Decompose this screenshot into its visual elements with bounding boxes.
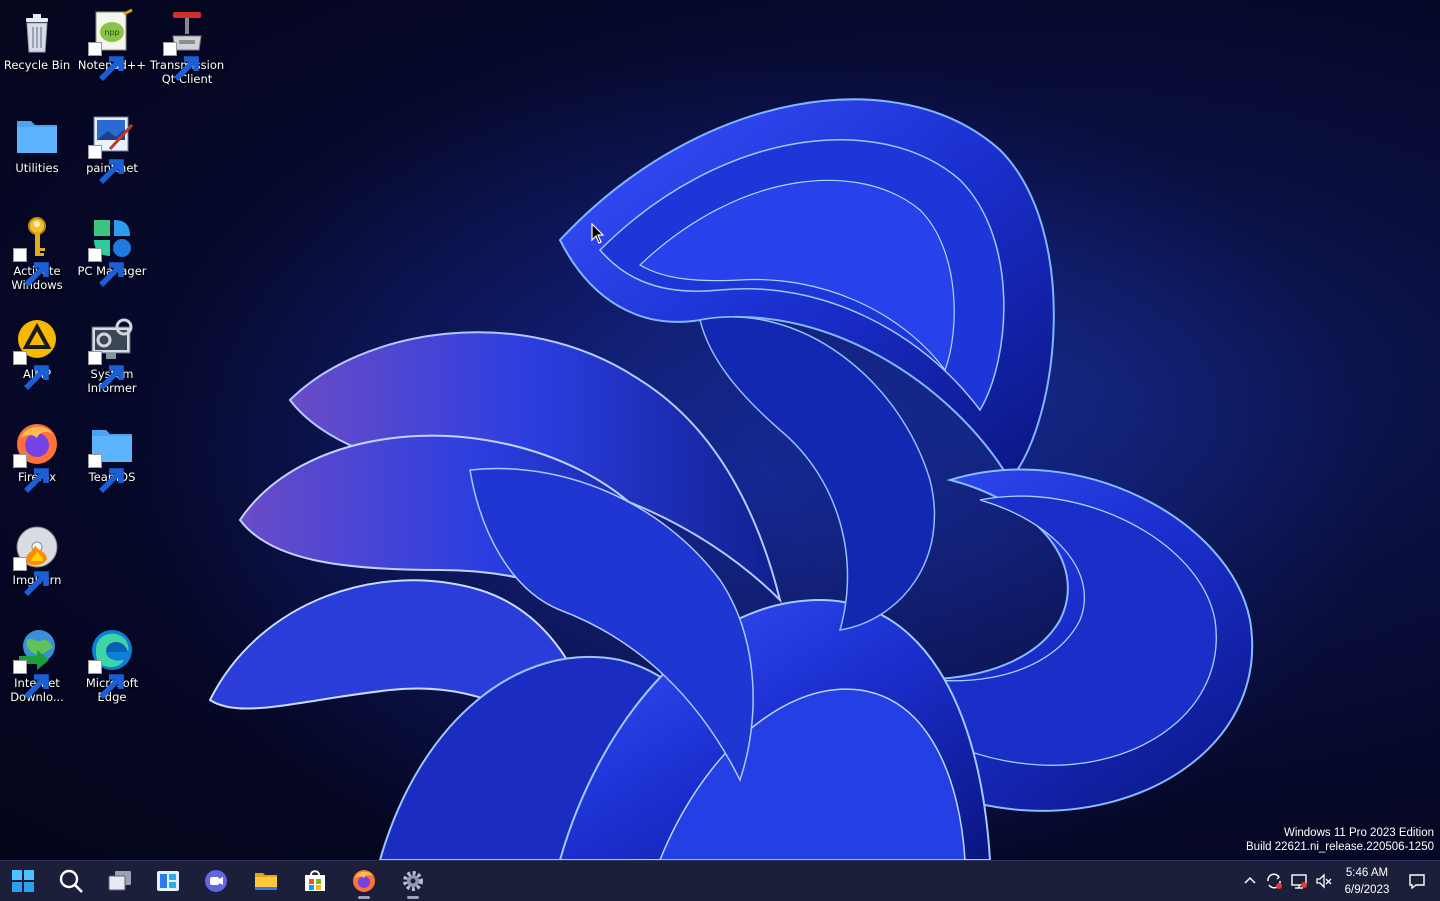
activate-windows-desktop-icon[interactable]: Activate Windows: [0, 214, 74, 292]
shortcut-arrow-icon: [88, 145, 124, 184]
sync-icon: [1267, 873, 1282, 889]
firefox-taskbar-button[interactable]: [344, 863, 384, 899]
wallpaper-bloom: [140, 50, 1380, 860]
volume-muted-icon: [1316, 873, 1332, 889]
system-informer-icon: [88, 317, 136, 390]
notepadpp-icon: npp: [88, 8, 136, 81]
shortcut-arrow-icon: [88, 42, 124, 81]
firefox-icon: [353, 870, 375, 892]
shortcut-arrow-icon: [13, 557, 49, 596]
aimp-icon: [13, 317, 61, 390]
utilities-folder-desktop-icon[interactable]: Utilities: [0, 111, 74, 175]
widgets-icon: [157, 871, 179, 891]
shortcut-arrow-icon: [13, 454, 49, 493]
shortcut-arrow-icon: [88, 248, 124, 287]
file-explorer-button[interactable]: [246, 863, 286, 899]
microsoft-edge-desktop-icon[interactable]: Microsoft Edge: [75, 626, 149, 704]
settings-taskbar-button[interactable]: [393, 863, 433, 899]
clock-time: 5:46 AM: [1345, 867, 1389, 879]
notepadpp-desktop-icon[interactable]: npp Notepad++: [75, 8, 149, 81]
transmission-desktop-icon[interactable]: Transmission Qt Client: [150, 8, 224, 86]
search-icon: [59, 869, 83, 893]
transmission-icon: [163, 8, 211, 81]
windows-start-icon: [12, 870, 34, 892]
system-informer-desktop-icon[interactable]: System Informer: [75, 317, 149, 395]
icon-label: Recycle Bin: [3, 58, 71, 72]
pc-manager-icon: [88, 214, 136, 287]
imgburn-desktop-icon[interactable]: ImgBurn: [0, 523, 74, 596]
microsoft-store-button[interactable]: [295, 863, 335, 899]
clock-button[interactable]: 5:46 AM 6/9/2023: [1338, 865, 1396, 899]
folder-icon: [13, 111, 61, 159]
task-view-icon: [108, 871, 131, 891]
show-hidden-icons-button[interactable]: [1240, 871, 1260, 891]
firefox-icon: [13, 420, 61, 493]
start-button[interactable]: [3, 863, 43, 899]
shortcut-arrow-icon: [13, 660, 49, 699]
notification-center-button[interactable]: [1407, 871, 1427, 891]
folder-icon: [88, 420, 136, 493]
task-view-button[interactable]: [100, 863, 140, 899]
teamos-folder-desktop-icon[interactable]: TeamOS: [75, 420, 149, 493]
edge-icon: [88, 626, 136, 699]
sync-tray-button[interactable]: [1264, 871, 1284, 891]
pc-manager-desktop-icon[interactable]: PC Manager: [75, 214, 149, 287]
shortcut-arrow-icon: [13, 351, 49, 390]
paintnet-desktop-icon[interactable]: paint.net: [75, 111, 149, 184]
notification-icon: [1409, 874, 1425, 890]
windows-edition-watermark: Windows 11 Pro 2023 Edition Build 22621.…: [1246, 826, 1434, 854]
paintnet-icon: [88, 111, 136, 184]
shortcut-arrow-icon: [163, 42, 199, 81]
network-tray-button[interactable]: [1289, 871, 1309, 891]
taskbar: 5:46 AM 6/9/2023: [0, 860, 1440, 901]
watermark-edition: Windows 11 Pro 2023 Edition: [1283, 827, 1434, 839]
microsoft-store-icon: [305, 870, 325, 891]
widgets-button[interactable]: [148, 863, 188, 899]
teams-chat-button[interactable]: [196, 863, 236, 899]
icon-label: Utilities: [15, 161, 59, 175]
aimp-desktop-icon[interactable]: AIMP: [0, 317, 74, 390]
recycle-bin-desktop-icon[interactable]: Recycle Bin: [0, 8, 74, 72]
settings-gear-icon: [403, 871, 423, 891]
shortcut-arrow-icon: [88, 351, 124, 390]
shortcut-arrow-icon: [13, 248, 49, 287]
volume-tray-button[interactable]: [1314, 871, 1334, 891]
firefox-desktop-icon[interactable]: Firefox: [0, 420, 74, 493]
internet-download-manager-desktop-icon[interactable]: Internet Downlo...: [0, 626, 74, 704]
idm-globe-icon: [13, 626, 61, 699]
recycle-bin-icon: [13, 8, 61, 56]
shortcut-arrow-icon: [88, 660, 124, 699]
desktop: Recycle Bin npp Notepad++ Transmission Q…: [0, 0, 1440, 860]
network-icon: [1291, 874, 1307, 889]
svg-text:npp: npp: [104, 28, 119, 37]
search-button[interactable]: [51, 863, 91, 899]
clock-date: 6/9/2023: [1344, 884, 1390, 896]
chevron-up-icon: [1244, 876, 1256, 884]
key-icon: [13, 214, 61, 287]
file-explorer-icon: [255, 873, 277, 890]
watermark-build: Build 22621.ni_release.220506-1250: [1246, 841, 1434, 853]
teams-chat-icon: [205, 870, 227, 892]
shortcut-arrow-icon: [88, 454, 124, 493]
imgburn-disc-icon: [13, 523, 61, 596]
mouse-pointer-icon: [591, 222, 605, 249]
